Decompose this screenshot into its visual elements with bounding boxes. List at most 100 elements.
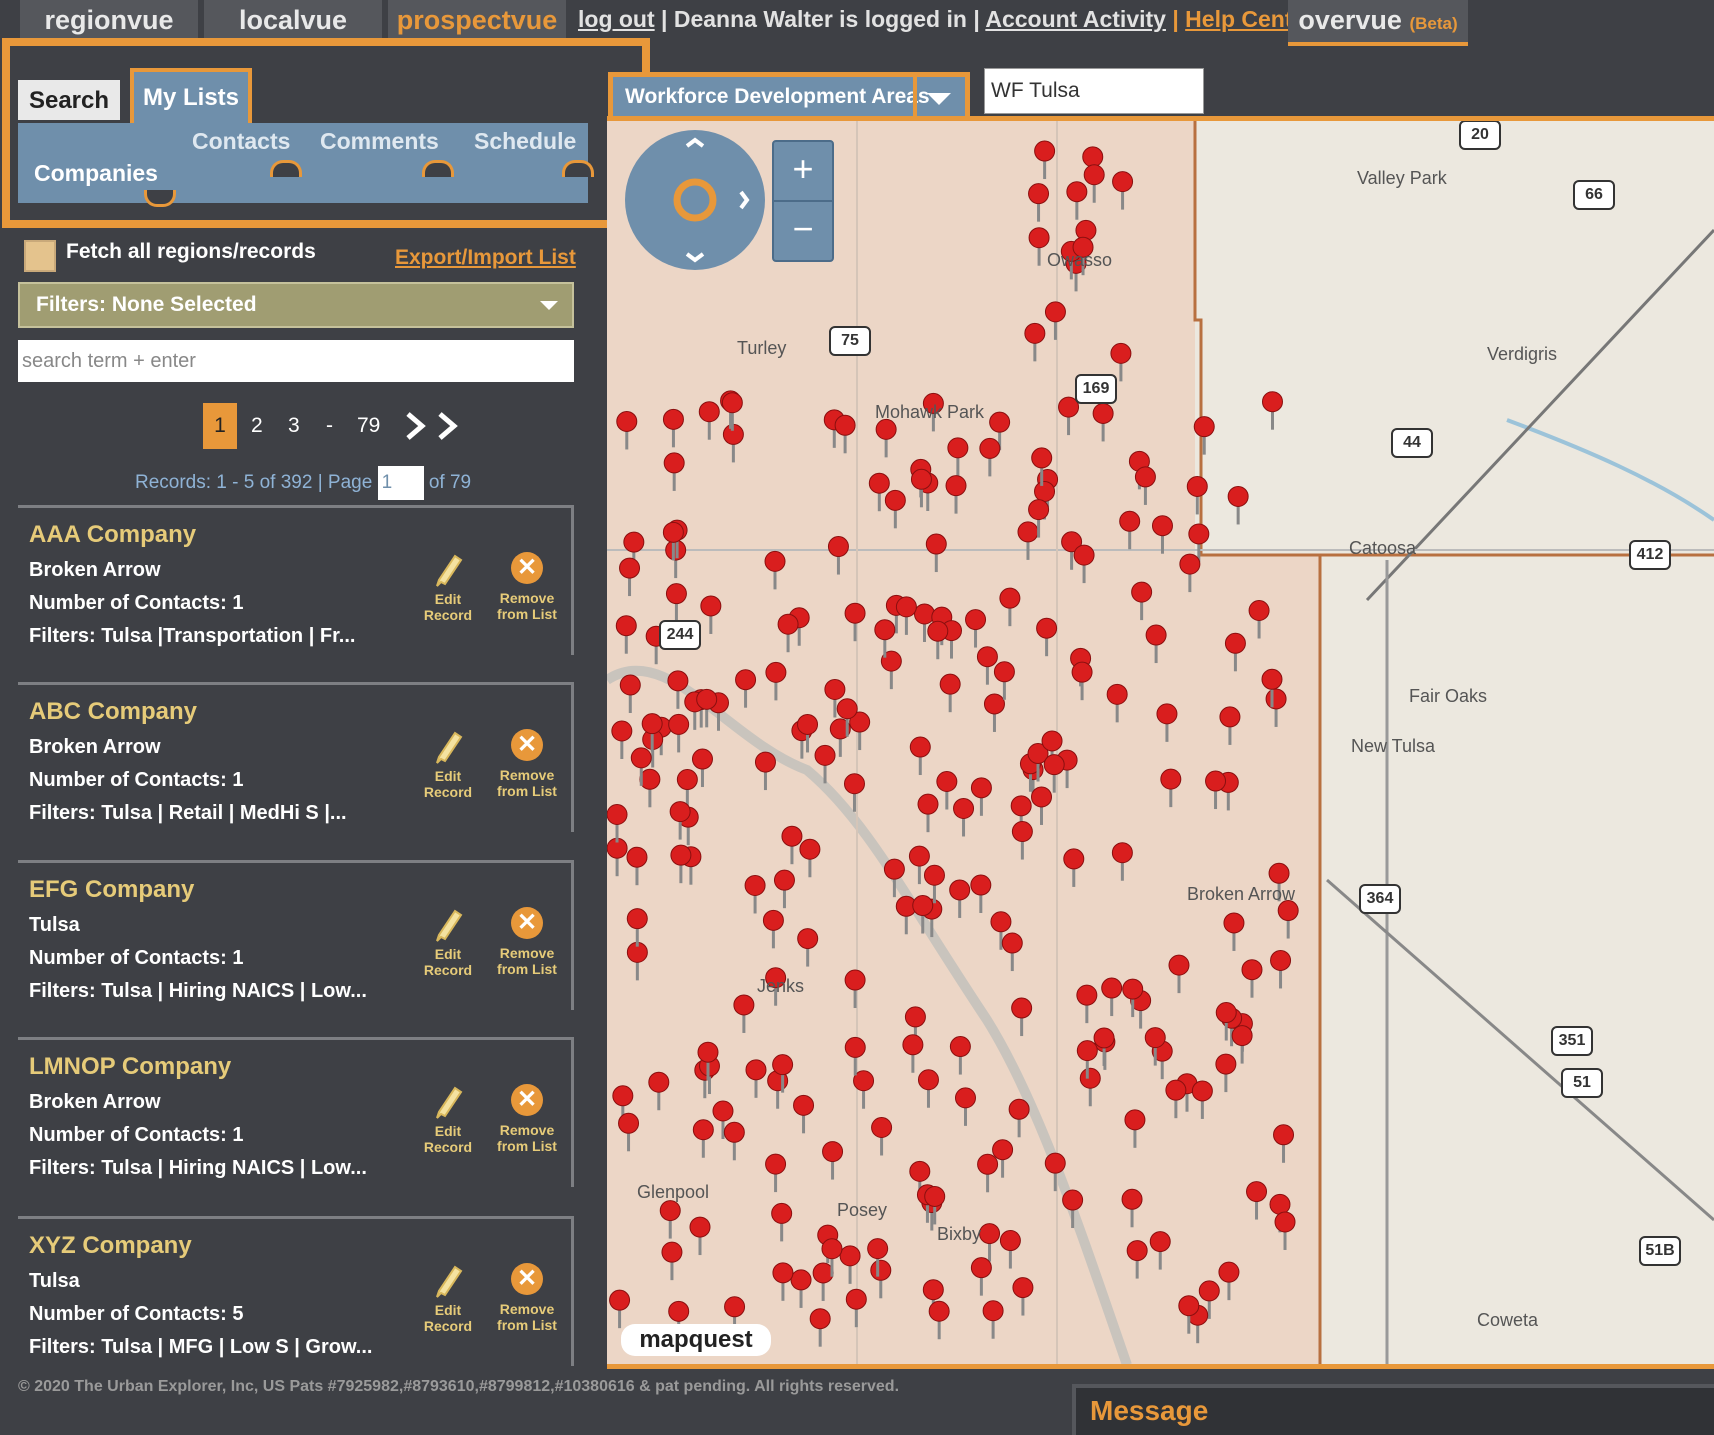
- remove-label: from List: [497, 783, 557, 799]
- contact-count: Number of Contacts: 1: [29, 947, 244, 969]
- company-name[interactable]: LMNOP Company: [29, 1053, 231, 1081]
- company-city: Broken Arrow: [29, 559, 161, 581]
- remove-label: Remove: [499, 945, 555, 961]
- edit-label: Edit: [434, 1123, 462, 1139]
- page-number-input[interactable]: 1: [377, 466, 424, 500]
- route-shield-icon: 351: [1551, 1026, 1593, 1056]
- tab-contacts[interactable]: Contacts: [192, 128, 290, 155]
- tab-schedule[interactable]: Schedule: [474, 128, 576, 155]
- route-shield-icon: 244: [659, 620, 701, 650]
- route-shield-icon: 169: [1075, 374, 1117, 404]
- edit-label: Record: [423, 962, 473, 978]
- page-last[interactable]: 79: [357, 403, 380, 449]
- remove-from-list-button[interactable]: ✕ Remove from List: [492, 729, 562, 799]
- pencil-icon: [436, 1265, 463, 1298]
- map-place-label: Verdigris: [1487, 344, 1558, 364]
- records-text: Records: 1 - 5 of 392 | Page: [135, 472, 373, 494]
- separator: |: [661, 6, 674, 32]
- map-pin-icon[interactable]: [1227, 485, 1249, 525]
- export-import-link[interactable]: Export/Import List: [395, 246, 576, 270]
- remove-label: from List: [497, 606, 557, 622]
- message-panel[interactable]: Message: [1072, 1384, 1714, 1435]
- filters-label: Filters: None Selected: [36, 293, 257, 316]
- map-border: [607, 116, 1714, 121]
- map-place-label: Catoosa: [1349, 538, 1417, 558]
- account-activity-link[interactable]: Account Activity: [985, 6, 1166, 32]
- company-name[interactable]: EFG Company: [29, 876, 194, 904]
- company-card[interactable]: LMNOP Company Broken Arrow Number of Con…: [18, 1037, 574, 1187]
- records-of-text: of 79: [428, 472, 472, 494]
- route-shield-icon: 66: [1573, 180, 1615, 210]
- map-place-label: Valley Park: [1357, 168, 1447, 188]
- remove-label: from List: [497, 961, 557, 977]
- company-filters: Filters: Tulsa | Hiring NAICS | Low...: [29, 1157, 367, 1179]
- remove-from-list-button[interactable]: ✕ Remove from List: [492, 1263, 562, 1333]
- close-icon: ✕: [511, 1263, 543, 1295]
- company-city: Tulsa: [29, 914, 80, 936]
- company-card[interactable]: EFG Company Tulsa Number of Contacts: 1 …: [18, 860, 574, 1010]
- edit-record-button[interactable]: Edit Record: [418, 729, 478, 800]
- tab-overvue[interactable]: overvue (Beta): [1288, 0, 1468, 46]
- remove-from-list-button[interactable]: ✕ Remove from List: [492, 1084, 562, 1154]
- page-1[interactable]: 1: [203, 403, 237, 449]
- map-place-label: Owasso: [1047, 250, 1113, 270]
- filters-dropdown[interactable]: Filters: None Selected: [18, 282, 574, 328]
- company-card[interactable]: XYZ Company Tulsa Number of Contacts: 5 …: [18, 1216, 574, 1366]
- zoom-out-button[interactable]: −: [774, 202, 832, 260]
- map-canvas[interactable]: Valley Park Verdigris Catoosa Fair Oaks New …: [607, 120, 1714, 1365]
- map-pin-icon[interactable]: [1261, 391, 1283, 430]
- company-filters: Filters: Tulsa | Retail | MedHi S |...: [29, 802, 347, 824]
- map-pin-icon[interactable]: [1193, 416, 1215, 455]
- map-place-label: Posey: [837, 1200, 888, 1220]
- tab-comments[interactable]: Comments: [320, 128, 439, 155]
- company-card[interactable]: ABC Company Broken Arrow Number of Conta…: [18, 682, 574, 832]
- company-city: Broken Arrow: [29, 1091, 161, 1113]
- remove-from-list-button[interactable]: ✕ Remove from List: [492, 552, 562, 622]
- pan-control[interactable]: [625, 130, 765, 270]
- edit-record-button[interactable]: Edit Record: [418, 1263, 478, 1334]
- edit-label: Edit: [434, 946, 462, 962]
- caret-down-icon: [540, 301, 558, 310]
- tab-my-lists[interactable]: My Lists: [130, 68, 252, 124]
- map-place-label: Fair Oaks: [1409, 686, 1488, 706]
- company-card[interactable]: AAA Company Broken Arrow Number of Conta…: [18, 505, 574, 655]
- search-input[interactable]: search term + enter: [18, 340, 574, 382]
- edit-label: Edit: [434, 591, 462, 607]
- map-svg[interactable]: [607, 120, 1714, 1365]
- company-name[interactable]: ABC Company: [29, 698, 197, 726]
- chevron-up-icon: [562, 160, 594, 177]
- pencil-icon: [436, 731, 463, 764]
- chevron-up-icon: [270, 160, 302, 177]
- zoom-control[interactable]: + −: [772, 140, 834, 262]
- company-city: Tulsa: [29, 1270, 80, 1292]
- area-type-label: Workforce Development Areas: [625, 85, 930, 108]
- tab-companies[interactable]: Companies: [34, 160, 158, 187]
- edit-record-button[interactable]: Edit Record: [418, 552, 478, 623]
- tab-search[interactable]: Search: [18, 80, 120, 120]
- zoom-in-button[interactable]: +: [774, 142, 832, 202]
- page-2[interactable]: 2: [251, 403, 263, 449]
- pencil-icon: [436, 909, 463, 942]
- edit-label: Record: [423, 1139, 473, 1155]
- pencil-icon: [436, 1086, 463, 1119]
- company-name[interactable]: XYZ Company: [29, 1232, 192, 1260]
- edit-record-button[interactable]: Edit Record: [418, 1084, 478, 1155]
- logout-link[interactable]: log out: [578, 6, 655, 32]
- company-name[interactable]: AAA Company: [29, 521, 196, 549]
- area-type-select[interactable]: Workforce Development Areas: [608, 72, 970, 122]
- page-3[interactable]: 3: [288, 403, 300, 449]
- fetch-all-checkbox[interactable]: [24, 240, 56, 272]
- edit-record-button[interactable]: Edit Record: [418, 907, 478, 978]
- remove-from-list-button[interactable]: ✕ Remove from List: [492, 907, 562, 977]
- route-shield-icon: 44: [1391, 428, 1433, 458]
- chevron-up-icon: [422, 160, 454, 177]
- dropdown-arrow-icon[interactable]: [913, 77, 965, 117]
- close-icon: ✕: [511, 729, 543, 761]
- next-page-icon[interactable]: [402, 410, 468, 442]
- remove-label: from List: [497, 1138, 557, 1154]
- company-filters: Filters: Tulsa | Hiring NAICS | Low...: [29, 980, 367, 1002]
- area-value-field[interactable]: WF Tulsa: [984, 68, 1204, 114]
- company-city: Broken Arrow: [29, 736, 161, 758]
- route-shield-icon: 412: [1629, 540, 1671, 570]
- remove-label: Remove: [499, 590, 555, 606]
